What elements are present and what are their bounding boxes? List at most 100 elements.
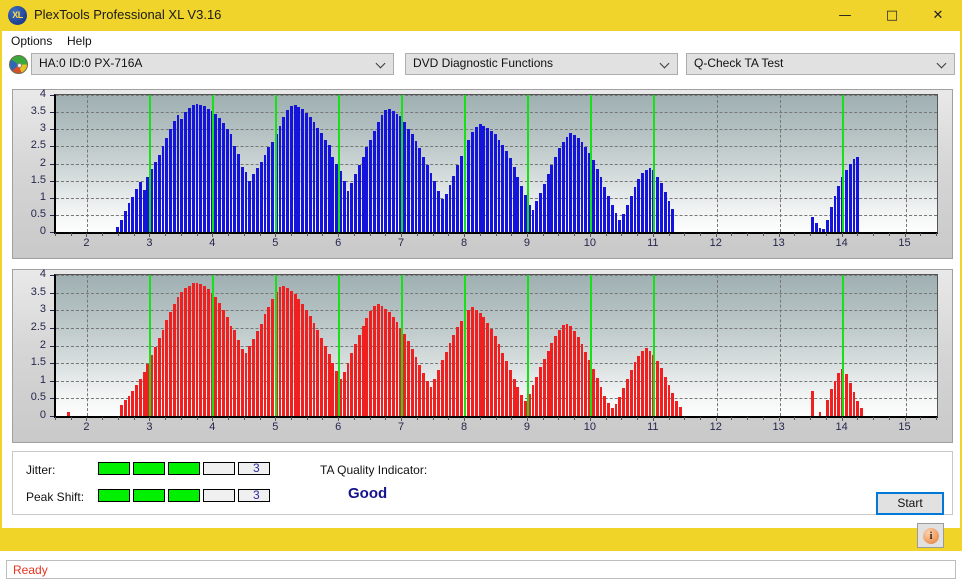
chart-bar — [410, 349, 414, 416]
chart-bar — [508, 370, 512, 416]
chart-bar — [305, 309, 308, 416]
chart-bar — [614, 403, 618, 416]
x-axis-minor-tick — [243, 233, 245, 236]
zone-marker-line — [149, 275, 152, 416]
x-axis-minor-tick — [558, 233, 560, 236]
zone-marker-line — [841, 275, 844, 416]
chart-bar — [641, 350, 644, 416]
zone-marker-line — [526, 275, 529, 416]
chart-bar — [67, 412, 70, 416]
chart-bar — [558, 329, 561, 416]
chart-bar — [467, 139, 471, 232]
chart-bar — [278, 287, 282, 416]
chart-bar — [376, 122, 380, 232]
chart-bar — [554, 156, 558, 232]
y-axis-tick — [50, 197, 54, 199]
zone-marker-line — [589, 95, 592, 232]
chart-bar — [172, 303, 176, 416]
chart-bar — [546, 173, 550, 232]
info-button[interactable] — [917, 523, 944, 548]
status-bar: Ready — [6, 560, 956, 579]
chart-bar — [637, 356, 641, 416]
chart-bar — [422, 373, 425, 416]
chart-bar — [391, 111, 395, 232]
y-axis-tick-label: 1.5 — [30, 356, 46, 369]
peak-shift-value: 3 — [253, 488, 260, 502]
x-axis-minor-tick — [133, 233, 135, 236]
x-axis-tick — [338, 417, 340, 421]
chart-bar — [233, 146, 237, 232]
chart-bar — [297, 106, 301, 232]
chart-bar — [165, 320, 169, 416]
x-axis-minor-tick — [542, 233, 544, 236]
chart-bar — [346, 190, 350, 232]
minimize-button[interactable]: — — [822, 0, 868, 31]
chart-bar — [490, 328, 493, 416]
function-select[interactable]: DVD Diagnostic Functions — [405, 53, 678, 75]
chart-bar — [161, 146, 165, 232]
maximize-button[interactable]: □ — [869, 0, 915, 31]
x-axis-minor-tick — [684, 417, 686, 420]
chart-bar — [206, 108, 210, 232]
chart-bar — [482, 317, 486, 416]
chart-bar — [678, 407, 682, 416]
xl-logo-icon: XL — [8, 6, 27, 25]
chart-bar — [471, 132, 474, 232]
chart-bar — [497, 343, 501, 416]
chart-bar — [550, 342, 554, 416]
start-button[interactable]: Start — [876, 492, 944, 515]
chart-bar — [116, 226, 120, 232]
test-select[interactable]: Q-Check TA Test — [686, 53, 955, 75]
zone-marker-line — [526, 95, 529, 232]
window-title: PlexTools Professional XL V3.16 — [34, 7, 222, 22]
drive-select[interactable]: HA:0 ID:0 PX-716A — [31, 53, 394, 75]
meter-segment — [133, 462, 165, 475]
chart-bar — [520, 185, 524, 232]
x-axis-tick-label: 12 — [709, 237, 722, 249]
chart-bar — [323, 346, 327, 416]
chart-bar — [648, 167, 652, 232]
chart-bar — [293, 104, 297, 232]
x-axis-minor-tick — [637, 233, 639, 236]
chart-bar — [259, 323, 263, 416]
chart-bar — [644, 169, 648, 232]
chart-bar — [456, 165, 459, 232]
chart-bar — [403, 122, 407, 232]
menu-item-help[interactable]: Help — [62, 33, 97, 50]
chart-bar — [354, 173, 357, 232]
chart-bar — [263, 154, 267, 232]
x-axis-minor-tick — [668, 417, 670, 420]
x-axis-tick — [401, 417, 403, 421]
meter-segment — [98, 462, 130, 475]
y-axis-tick — [50, 363, 54, 365]
x-axis-tick-label: 11 — [647, 421, 659, 433]
x-axis-minor-tick — [165, 417, 167, 420]
chart-bar — [391, 316, 395, 416]
chart-bar — [176, 296, 180, 416]
x-axis-minor-tick — [684, 233, 686, 236]
x-axis-tick-label: 3 — [146, 237, 153, 249]
x-axis-tick — [86, 233, 88, 237]
chart-bar — [361, 156, 365, 232]
y-axis-tick — [50, 232, 54, 233]
menu-item-options[interactable]: Options — [6, 33, 57, 50]
x-axis-tick-label: 9 — [523, 237, 531, 249]
chart-bar — [218, 117, 222, 232]
chart-bar — [135, 189, 138, 232]
close-button[interactable]: ✕ — [915, 0, 961, 31]
chart-bar — [467, 309, 471, 416]
x-axis-tick — [86, 417, 88, 421]
x-axis-minor-tick — [495, 233, 497, 236]
chart-bar — [810, 390, 814, 416]
chart-bar — [240, 166, 244, 232]
chart-bar — [667, 200, 671, 232]
x-axis-tick-label: 7 — [398, 237, 405, 249]
x-axis-tick — [275, 233, 277, 237]
x-axis-minor-tick — [810, 233, 812, 236]
chart-bar — [323, 139, 327, 232]
chart-bar — [444, 194, 448, 232]
jitter-plot-area — [54, 94, 938, 234]
chart-bar — [327, 354, 331, 416]
x-axis-tick-label: 6 — [335, 421, 342, 433]
x-axis-tick-label: 2 — [83, 421, 90, 433]
